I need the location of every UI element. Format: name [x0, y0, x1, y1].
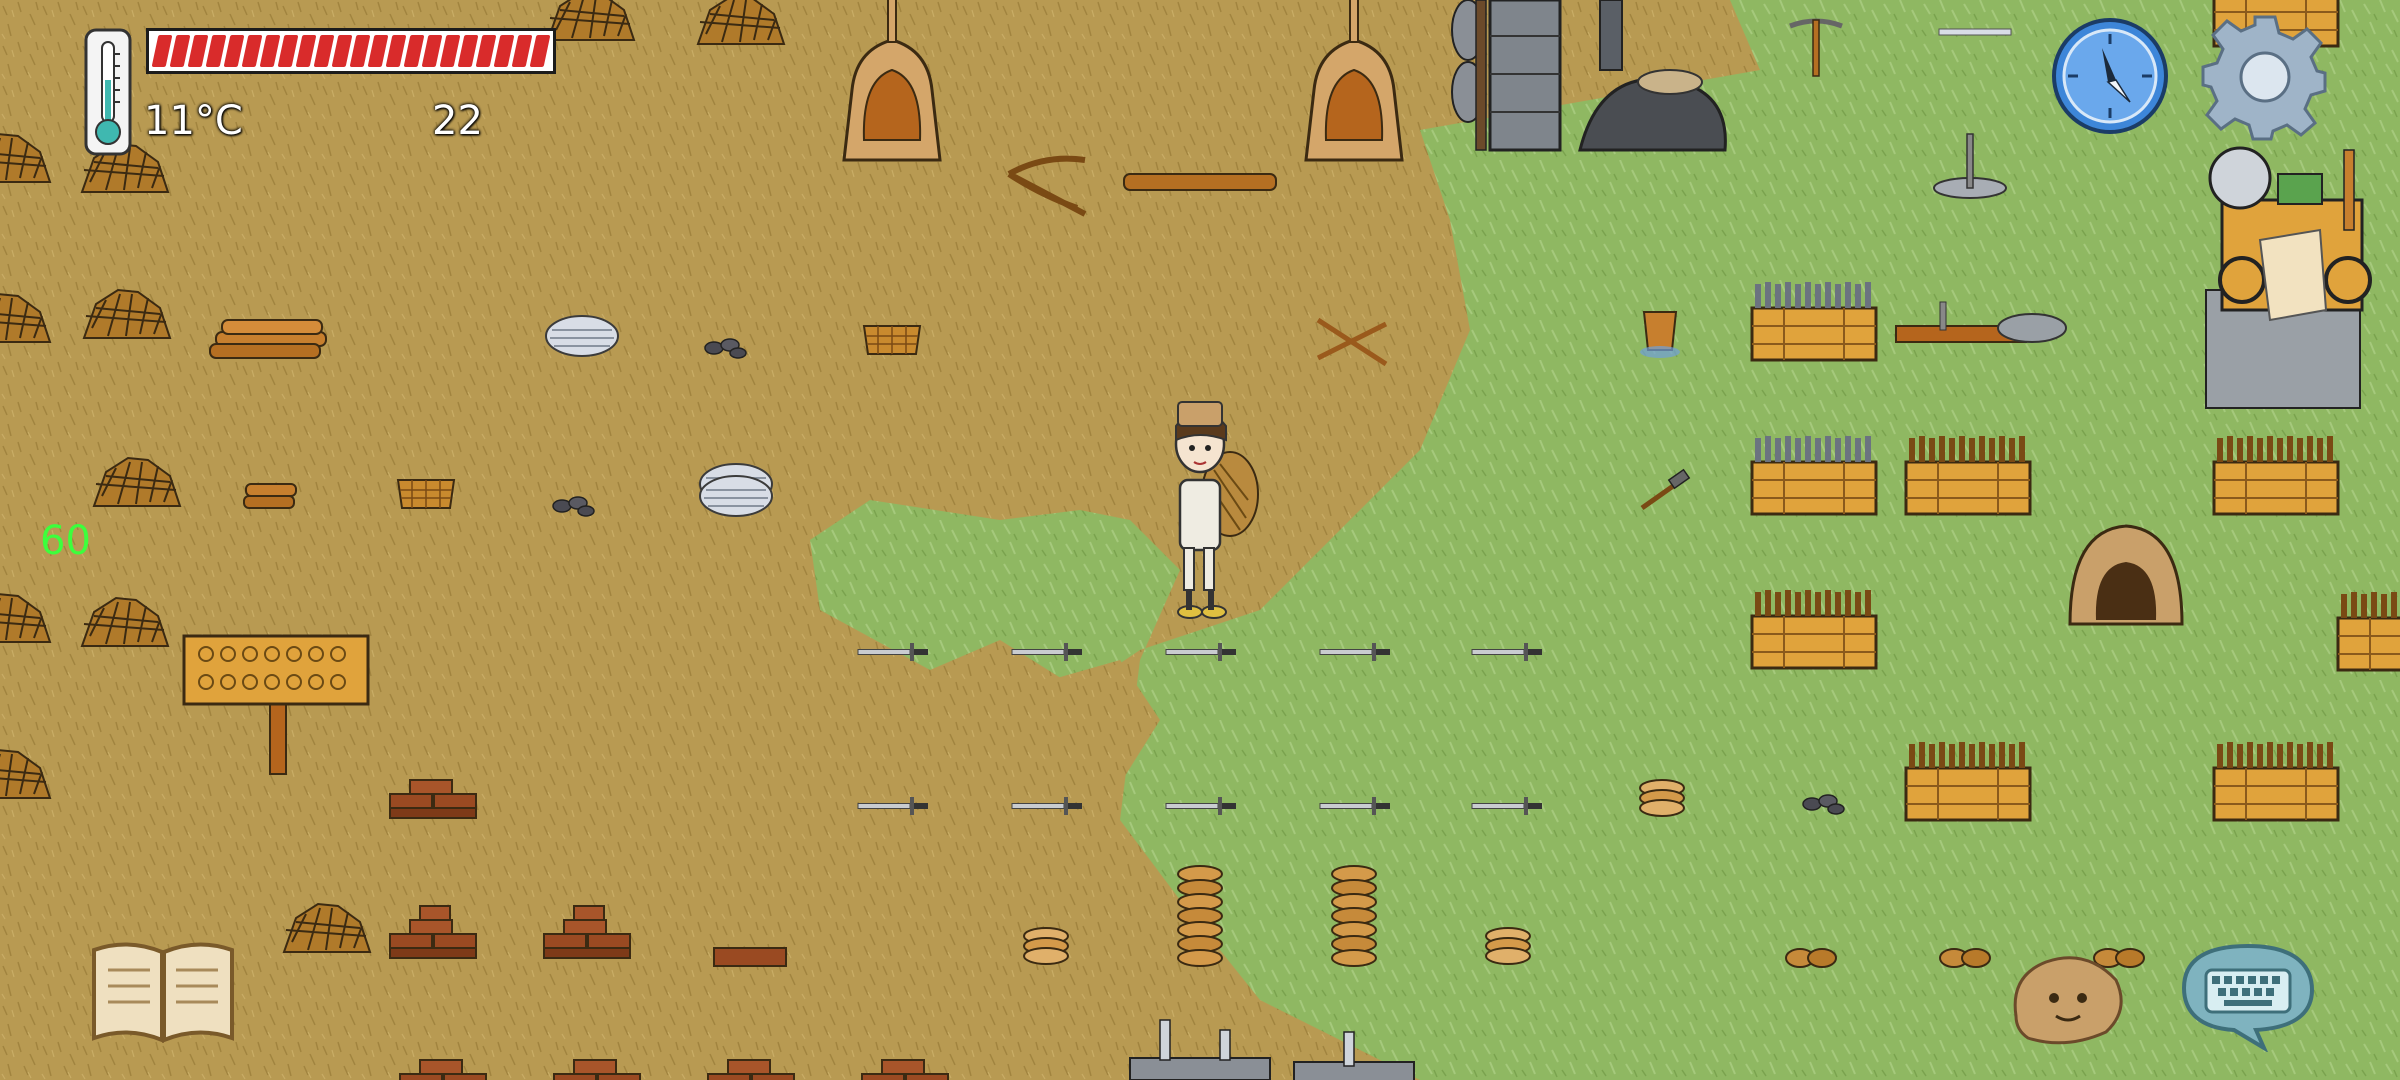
clay-disk[interactable] — [1639, 779, 1685, 817]
health-segment — [295, 35, 317, 67]
health-segment — [331, 35, 353, 67]
health-segment — [457, 35, 479, 67]
log-pile[interactable] — [209, 319, 327, 359]
keyboard-chat-icon[interactable] — [2180, 940, 2316, 1052]
basket[interactable] — [397, 479, 455, 509]
health-segment — [511, 35, 533, 67]
small-log-pile[interactable] — [243, 483, 297, 509]
health-segment — [403, 35, 425, 67]
health-segment — [367, 35, 389, 67]
health-segment — [187, 35, 209, 67]
game-world[interactable] — [0, 0, 2400, 1080]
long-log[interactable] — [1123, 173, 1277, 191]
gear-icon[interactable] — [2200, 12, 2330, 142]
cloth-stack[interactable] — [699, 475, 773, 517]
cloth-stack[interactable] — [545, 315, 619, 357]
health-segment — [385, 35, 407, 67]
health-segment — [241, 35, 263, 67]
health-segment — [223, 35, 245, 67]
health-segment — [259, 35, 281, 67]
health-segment — [277, 35, 299, 67]
food-counter: 22 — [432, 98, 483, 144]
thermometer-icon — [84, 28, 132, 156]
health-segment — [205, 35, 227, 67]
loaf-pair[interactable] — [1939, 948, 1991, 968]
health-segment — [439, 35, 461, 67]
emote-face-icon[interactable] — [2006, 946, 2128, 1046]
fps-counter: 60 — [40, 518, 91, 564]
blade[interactable] — [1938, 28, 2012, 36]
basket[interactable] — [863, 325, 921, 355]
compass-icon[interactable] — [2050, 16, 2170, 136]
brick-slab[interactable] — [713, 947, 787, 967]
engine-cart[interactable] — [2205, 146, 2372, 409]
wooden-bucket[interactable] — [1640, 311, 1680, 358]
loaf-pair[interactable] — [1785, 948, 1837, 968]
clay-disk-stack[interactable] — [1485, 927, 1531, 965]
recipe-book-icon[interactable] — [88, 936, 238, 1046]
health-segment — [313, 35, 335, 67]
temperature-readout: 11°C — [144, 98, 243, 144]
health-segment — [349, 35, 371, 67]
health-segment — [169, 35, 191, 67]
clay-disk-stack[interactable] — [1023, 927, 1069, 965]
health-segment — [493, 35, 515, 67]
health-segment — [529, 35, 551, 67]
health-segment — [475, 35, 497, 67]
health-segment — [421, 35, 443, 67]
health-segment — [151, 35, 173, 67]
health-bar — [146, 28, 556, 74]
